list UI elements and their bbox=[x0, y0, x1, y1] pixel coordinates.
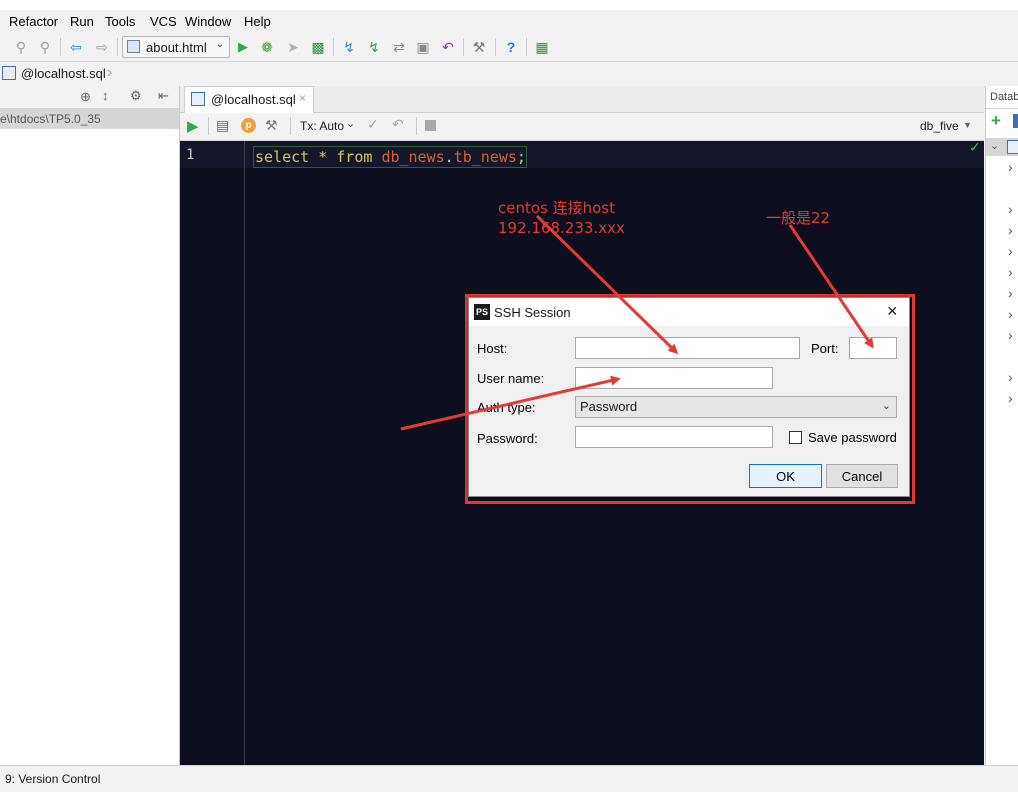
arrow-to-host-input bbox=[535, 214, 679, 355]
arrow-to-username-input bbox=[400, 375, 621, 431]
annotation-arrows bbox=[400, 214, 874, 431]
arrow-to-port-input bbox=[788, 224, 874, 349]
